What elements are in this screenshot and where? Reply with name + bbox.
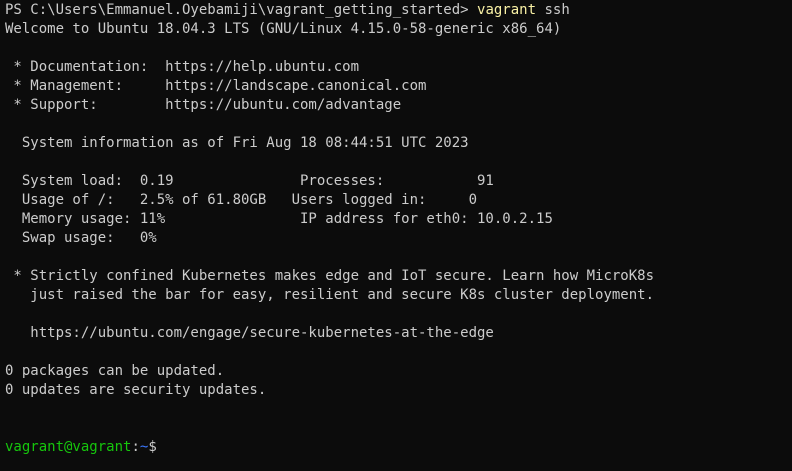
sysinfo-row: Memory usage: 11% IP address for eth0: 1… (5, 211, 553, 227)
command-name: vagrant (477, 2, 537, 18)
powershell-prompt: PS C:\Users\Emmanuel.Oyebamiji\vagrant_g… (5, 2, 478, 18)
support-link-line: * Support: https://ubuntu.com/advantage (5, 97, 402, 113)
powershell-prompt-line: PS C:\Users\Emmanuel.Oyebamiji\vagrant_g… (5, 1, 792, 20)
prompt-user-host: vagrant@vagrant (5, 439, 132, 455)
welcome-message: Welcome to Ubuntu 18.04.3 LTS (GNU/Linux… (5, 21, 562, 37)
command-args: ssh (536, 2, 570, 18)
prompt-colon: : (131, 439, 140, 455)
notice-line: just raised the bar for easy, resilient … (5, 287, 655, 303)
sysinfo-row: Swap usage: 0% (5, 230, 157, 246)
updates-line: 0 updates are security updates. (5, 382, 267, 398)
prompt-symbol: $ (148, 439, 157, 455)
sysinfo-row: System load: 0.19 Processes: 91 (5, 173, 494, 189)
updates-line: 0 packages can be updated. (5, 363, 225, 379)
documentation-link-line: * Documentation: https://help.ubuntu.com (5, 59, 360, 75)
terminal-window[interactable]: PS C:\Users\Emmanuel.Oyebamiji\vagrant_g… (0, 0, 792, 471)
sysinfo-row: Usage of /: 2.5% of 61.80GB Users logged… (5, 192, 478, 208)
notice-line: * Strictly confined Kubernetes makes edg… (5, 268, 655, 284)
notice-line (5, 305, 792, 324)
shell-prompt-line[interactable]: vagrant@vagrant:~$ (5, 438, 792, 457)
notice-link-line: https://ubuntu.com/engage/secure-kuberne… (5, 325, 494, 341)
sysinfo-header: System information as of Fri Aug 18 08:4… (5, 135, 469, 151)
management-link-line: * Management: https://landscape.canonica… (5, 78, 427, 94)
